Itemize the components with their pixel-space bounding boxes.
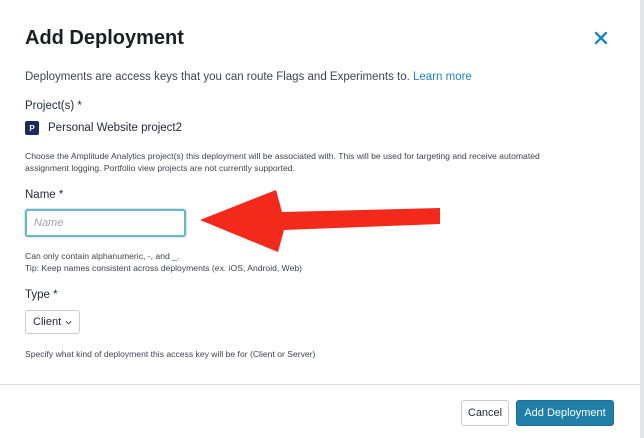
type-select-value: Client <box>33 316 62 328</box>
footer-divider <box>0 384 640 385</box>
project-badge-icon: P <box>25 121 39 135</box>
name-help-line2: Tip: Keep names consistent across deploy… <box>25 263 303 273</box>
type-help: Specify what kind of deployment this acc… <box>25 349 316 359</box>
type-select[interactable]: Client <box>25 310 81 334</box>
arrow-left-annotation <box>200 190 440 252</box>
close-icon[interactable] <box>592 29 610 47</box>
name-input[interactable] <box>25 209 186 237</box>
project-name: Personal Website project2 <box>48 122 183 134</box>
dialog-title: Add Deployment <box>25 27 184 49</box>
intro-text: Deployments are access keys that you can… <box>25 71 410 83</box>
projects-help-line2: assignment logging. Portfolio view proje… <box>25 163 295 173</box>
name-label: Name * <box>25 189 64 201</box>
add-deployment-dialog: Add Deployment Deployments are access ke… <box>0 0 644 438</box>
add-deployment-button[interactable]: Add Deployment <box>516 400 614 426</box>
dialog-intro: Deployments are access keys that you can… <box>25 71 472 83</box>
learn-more-link[interactable]: Learn more <box>413 71 472 83</box>
chevron-down-icon <box>65 320 72 325</box>
projects-help-line1: Choose the Amplitude Analytics project(s… <box>25 151 540 161</box>
projects-label: Project(s) * <box>25 100 82 112</box>
cancel-button[interactable]: Cancel <box>461 400 509 426</box>
type-label: Type * <box>25 289 58 301</box>
scroll-edge <box>640 0 644 438</box>
selected-project[interactable]: P Personal Website project2 <box>25 121 182 135</box>
projects-help: Choose the Amplitude Analytics project(s… <box>25 150 625 174</box>
